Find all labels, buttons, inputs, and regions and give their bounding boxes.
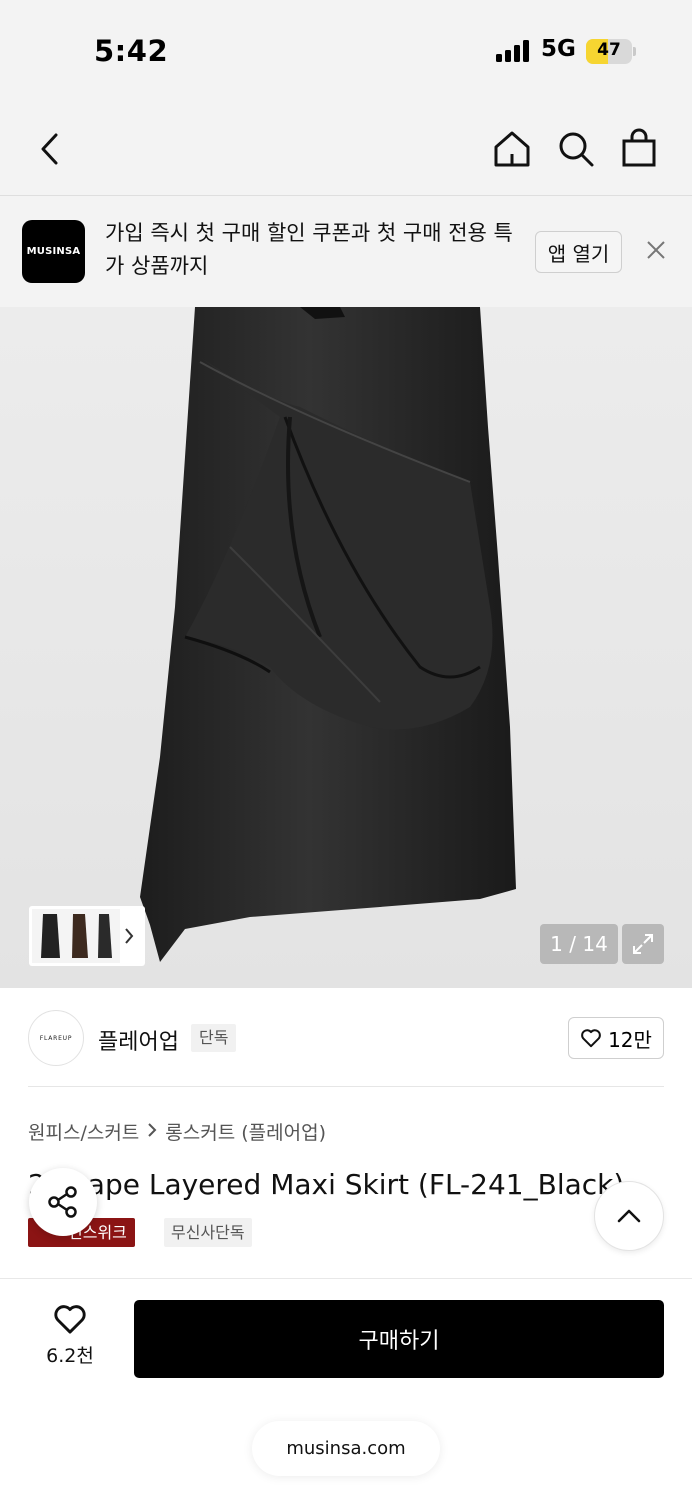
color-options-thumbnail[interactable] bbox=[29, 906, 145, 966]
back-icon[interactable] bbox=[38, 132, 62, 170]
exclusive-badge: 단독 bbox=[191, 1024, 237, 1052]
buy-button[interactable]: 구매하기 bbox=[134, 1300, 664, 1378]
banner-message: 가입 즉시 첫 구매 할인 쿠폰과 첫 구매 전용 특가 상품까지 bbox=[105, 221, 513, 278]
product-title: 2 Drape Layered Maxi Skirt (FL-241_Black… bbox=[28, 1168, 625, 1201]
close-icon[interactable] bbox=[645, 239, 667, 265]
heart-icon bbox=[54, 1305, 86, 1334]
battery-tip bbox=[633, 47, 636, 56]
product-image[interactable]: 1 / 14 bbox=[0, 307, 692, 988]
breadcrumb-subcategory[interactable]: 롱스커트 (플레어업) bbox=[165, 1118, 326, 1145]
open-app-button[interactable]: 앱 열기 bbox=[535, 231, 622, 273]
brand-like-count: 12만 bbox=[608, 1027, 652, 1052]
breadcrumb-category[interactable]: 원피스/스커트 bbox=[28, 1118, 139, 1145]
expand-icon[interactable] bbox=[622, 924, 664, 964]
status-time: 5:42 bbox=[94, 34, 169, 68]
heart-icon bbox=[581, 1029, 601, 1048]
scroll-top-button[interactable] bbox=[594, 1181, 664, 1251]
top-nav bbox=[0, 100, 692, 196]
battery-icon: 47 bbox=[586, 39, 632, 64]
shopping-bag-icon[interactable] bbox=[621, 128, 657, 172]
brand-like-button[interactable]: 12만 bbox=[568, 1017, 664, 1059]
purchase-bar: 6.2천 구매하기 musinsa.com bbox=[0, 1278, 692, 1500]
home-icon[interactable] bbox=[493, 130, 531, 172]
skirt-illustration bbox=[140, 307, 516, 962]
network-type: 5G bbox=[541, 36, 576, 62]
musinsa-logo: MUSINSA bbox=[22, 220, 85, 283]
signal-icon bbox=[496, 40, 529, 62]
chevron-right-icon bbox=[147, 1121, 157, 1143]
product-info: FLAREUP 플레어업 단독 12만 원피스/스커트 롱스커트 (플레어업) … bbox=[0, 988, 692, 1278]
divider bbox=[28, 1086, 664, 1087]
share-button[interactable] bbox=[29, 1168, 97, 1236]
brand-logo[interactable]: FLAREUP bbox=[28, 1010, 84, 1066]
wishlist-button[interactable]: 6.2천 bbox=[30, 1303, 110, 1368]
browser-url-bar[interactable]: musinsa.com bbox=[252, 1421, 440, 1476]
wishlist-count: 6.2천 bbox=[46, 1345, 94, 1367]
image-counter: 1 / 14 bbox=[540, 924, 618, 964]
breadcrumb: 원피스/스커트 롱스커트 (플레어업) bbox=[28, 1118, 326, 1145]
app-install-banner: MUSINSA 가입 즉시 첫 구매 할인 쿠폰과 첫 구매 전용 특가 상품까… bbox=[0, 197, 692, 307]
status-bar: 5:42 5G 47 bbox=[0, 0, 692, 100]
brand-name[interactable]: 플레어업 bbox=[98, 1024, 179, 1056]
share-icon bbox=[48, 1186, 77, 1218]
chevron-up-icon bbox=[617, 1209, 641, 1223]
battery-level: 47 bbox=[597, 40, 621, 60]
search-icon[interactable] bbox=[557, 130, 595, 172]
exclusive-tag: 무신사단독 bbox=[164, 1218, 252, 1247]
